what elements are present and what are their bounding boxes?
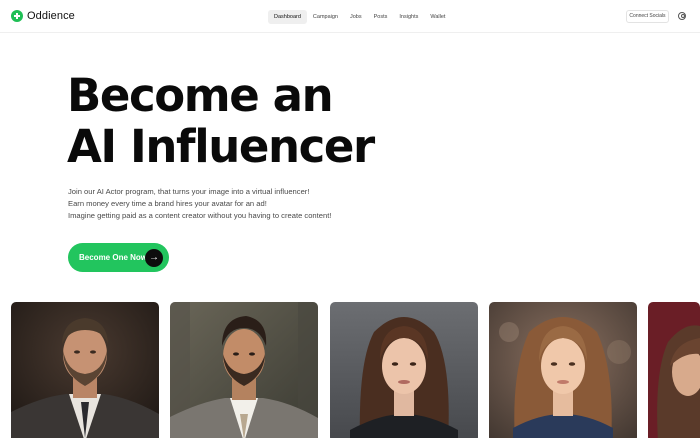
portrait-woman-light-image [489,302,637,438]
hero-text-line-2: Earn money every time a brand hires your… [68,199,267,208]
portrait-man-tweed-image [170,302,318,438]
hero-text-line-1: Join our AI Actor program, that turns yo… [68,187,310,196]
cta-label: Become One Now [79,253,148,262]
become-one-now-button[interactable]: Become One Now → [68,243,169,272]
nav-item-jobs[interactable]: Jobs [344,10,368,24]
avatar-card-2[interactable] [170,302,318,438]
portrait-partial-image [648,302,700,438]
brand-logo-icon [11,10,23,22]
nav-item-wallet[interactable]: Wallet [424,10,451,24]
nav-item-campaign[interactable]: Campaign [307,10,344,24]
avatar-gallery [0,302,700,438]
nav-item-posts[interactable]: Posts [368,10,394,24]
avatar-card-4[interactable] [489,302,637,438]
avatar-card-3[interactable] [330,302,478,438]
brand-name: Oddience [27,10,75,22]
avatar-card-1[interactable] [11,302,159,438]
hero-description: Join our AI Actor program, that turns yo… [68,186,331,222]
nav-item-insights[interactable]: Insights [393,10,424,24]
arrow-right-icon: → [145,248,163,267]
hero-title: Become an AI Influencer [67,69,375,173]
brand[interactable]: Oddience [11,10,75,22]
avatar-card-5[interactable] [648,302,700,438]
nav-item-dashboard[interactable]: Dashboard [268,10,307,24]
user-icon[interactable] [678,12,686,20]
hero-title-line-1: Become an [67,69,334,122]
main-nav: Dashboard Campaign Jobs Posts Insights W… [268,10,451,24]
top-navigation-bar: Oddience Dashboard Campaign Jobs Posts I… [0,0,700,33]
hero-text-line-3: Imagine getting paid as a content creato… [68,211,332,220]
hero-title-line-2: AI Influencer [67,120,375,173]
connect-socials-button[interactable]: Connect Socials [626,10,669,23]
portrait-woman-dark-image [330,302,478,438]
portrait-man-suit-image [11,302,159,438]
